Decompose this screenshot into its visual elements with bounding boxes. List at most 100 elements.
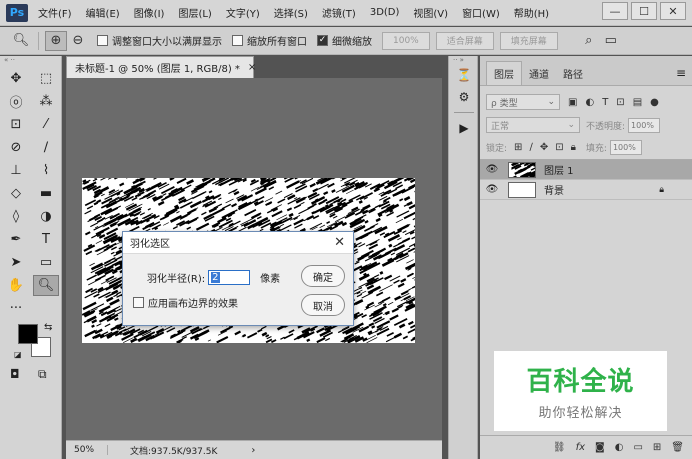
filter-kind-select[interactable]: ρ 类型 ⌄ [486, 94, 560, 110]
zoom-all-windows-checkbox[interactable]: 缩放所有窗口 [232, 33, 307, 48]
adjustment-icon[interactable]: ◐ [615, 442, 624, 453]
menu-window[interactable]: 窗口(W) [462, 5, 500, 20]
default-colors-icon[interactable]: ◪ [14, 350, 22, 359]
zoom-in-icon[interactable]: ⊕ [45, 30, 67, 51]
tab-channels[interactable]: 通道 [522, 62, 556, 85]
filter-pixel-icon[interactable]: ▣ [568, 97, 577, 108]
panel-grip[interactable]: ·· » [449, 56, 477, 64]
menu-edit[interactable]: 编辑(E) [86, 5, 120, 20]
clone-stamp-tool-icon[interactable]: ⊥ [3, 160, 29, 181]
close-window-button[interactable]: ✕ [660, 2, 686, 20]
apply-edges-checkbox[interactable] [133, 297, 144, 308]
actions-play-icon[interactable]: ▶ [449, 117, 479, 139]
zoom-tool-preset-icon[interactable]: 🔍︎ [10, 31, 32, 51]
zoom-tool-icon[interactable]: 🔍︎ [33, 275, 59, 296]
lock-transparent-icon[interactable]: ⊞ [514, 142, 522, 153]
status-menu-arrow-icon[interactable]: › [251, 445, 255, 456]
gradient-tool-icon[interactable]: ▬ [33, 183, 59, 204]
fill-input[interactable]: 100% [609, 140, 642, 155]
checkbox-box[interactable] [97, 35, 108, 46]
tab-paths[interactable]: 路径 [556, 62, 590, 85]
layer-row[interactable]: 👁︎ 背景 🔒︎ [480, 180, 692, 200]
brush-tool-icon[interactable]: ∕ [33, 137, 59, 158]
menu-layer[interactable]: 图层(L) [178, 5, 211, 20]
menu-view[interactable]: 视图(V) [413, 5, 448, 20]
checkbox-checked[interactable]: ✓ [317, 35, 328, 46]
link-icon[interactable]: ⛓ [553, 442, 566, 453]
layer-name[interactable]: 图层 1 [544, 162, 574, 177]
tab-layers[interactable]: 图层 [486, 61, 522, 85]
resize-windows-checkbox[interactable]: 调整窗口大小以满屏显示 [97, 33, 222, 48]
edit-toolbar-icon[interactable]: ··· [3, 298, 29, 319]
history-panel-icon[interactable]: ⏳ [449, 64, 479, 86]
lock-position-icon[interactable]: ✥ [540, 142, 548, 153]
properties-panel-icon[interactable]: ⚙ [449, 86, 479, 108]
layer-row[interactable]: 👁︎ 图层 1 [480, 160, 692, 180]
quick-mask-icon[interactable]: ◘ [10, 367, 20, 381]
swap-colors-icon[interactable]: ⇆ [44, 322, 52, 333]
foreground-color-swatch[interactable] [18, 324, 38, 344]
eyedropper-tool-icon[interactable]: ⁄ [33, 114, 59, 135]
filter-adjustment-icon[interactable]: ◐ [585, 97, 594, 108]
scrubby-zoom-checkbox[interactable]: ✓ 细微缩放 [317, 33, 372, 48]
hand-tool-icon[interactable]: ✋ [3, 275, 29, 296]
layer-name[interactable]: 背景 [544, 182, 564, 197]
visibility-eye-icon[interactable]: 👁︎ [480, 164, 504, 175]
move-tool-icon[interactable]: ✥ [3, 68, 29, 89]
percent-100-button[interactable]: 100% [382, 31, 430, 50]
history-brush-tool-icon[interactable]: ⌇ [33, 160, 59, 181]
fx-icon[interactable]: fx [576, 442, 585, 453]
document-tab[interactable]: 未标题-1 @ 50% (图层 1, RGB/8) * × [66, 56, 256, 78]
crop-tool-icon[interactable]: ⊡ [3, 114, 29, 135]
path-selection-tool-icon[interactable]: ➤ [3, 252, 29, 273]
panel-grip[interactable]: « ·· [0, 56, 61, 64]
healing-brush-tool-icon[interactable]: ⊘ [3, 137, 29, 158]
opacity-input[interactable]: 100% [628, 117, 661, 133]
filter-smart-object-icon[interactable]: ▤ [633, 97, 642, 108]
lasso-tool-icon[interactable]: ⓞ [3, 91, 29, 112]
menu-image[interactable]: 图像(I) [134, 5, 165, 20]
lock-image-icon[interactable]: ∕ [529, 142, 532, 153]
menu-type[interactable]: 文字(Y) [226, 5, 260, 20]
restore-button[interactable]: ☐ [631, 2, 657, 20]
menu-select[interactable]: 选择(S) [274, 5, 308, 20]
menu-filter[interactable]: 滤镜(T) [322, 5, 356, 20]
panel-menu-icon[interactable]: ≡ [676, 66, 686, 80]
menu-help[interactable]: 帮助(H) [514, 5, 549, 20]
lock-all-icon[interactable]: 🔒︎ [571, 142, 576, 153]
filter-type-icon[interactable]: T [602, 97, 608, 108]
trash-icon[interactable]: 🗑︎ [671, 442, 684, 453]
ok-button[interactable]: 确定 [301, 265, 345, 287]
minimize-button[interactable]: — [602, 2, 628, 20]
workspace-icon[interactable]: ▭ [600, 31, 622, 51]
blur-tool-icon[interactable]: ◊ [3, 206, 29, 227]
feather-radius-input[interactable]: 2 [208, 270, 251, 285]
filter-toggle-icon[interactable]: ● [650, 97, 659, 108]
fit-screen-button[interactable]: 适合屏幕 [435, 31, 494, 50]
apply-edges-row[interactable]: 应用画布边界的效果 [133, 295, 238, 310]
eraser-tool-icon[interactable]: ◇ [3, 183, 29, 204]
filter-shape-icon[interactable]: ⊡ [616, 97, 624, 108]
type-tool-icon[interactable]: T [33, 229, 59, 250]
dialog-close-icon[interactable]: ✕ [334, 235, 345, 250]
magic-wand-tool-icon[interactable]: ⁂ [33, 91, 59, 112]
group-icon[interactable]: ▭ [633, 442, 642, 453]
cancel-button[interactable]: 取消 [301, 294, 345, 316]
close-tab-icon[interactable]: × [248, 62, 256, 73]
blend-mode-select[interactable]: 正常 ⌄ [486, 117, 580, 133]
marquee-tool-icon[interactable]: ⬚ [33, 68, 59, 89]
search-icon[interactable]: ⌕ [578, 31, 600, 51]
pen-tool-icon[interactable]: ✒ [3, 229, 29, 250]
menu-3d[interactable]: 3D(D) [370, 7, 400, 18]
visibility-eye-icon[interactable]: 👁︎ [480, 184, 504, 195]
screen-mode-icon[interactable]: ⧉ [38, 367, 47, 382]
mask-icon[interactable]: ◙ [595, 442, 605, 453]
menu-file[interactable]: 文件(F) [38, 5, 72, 20]
dodge-tool-icon[interactable]: ◑ [33, 206, 59, 227]
rectangle-tool-icon[interactable]: ▭ [33, 252, 59, 273]
new-layer-icon[interactable]: ⊞ [653, 442, 661, 453]
checkbox-box[interactable] [232, 35, 243, 46]
lock-artboard-icon[interactable]: ⊡ [555, 142, 563, 153]
zoom-level[interactable]: 50% [66, 445, 108, 455]
fill-screen-button[interactable]: 填充屏幕 [499, 31, 558, 50]
